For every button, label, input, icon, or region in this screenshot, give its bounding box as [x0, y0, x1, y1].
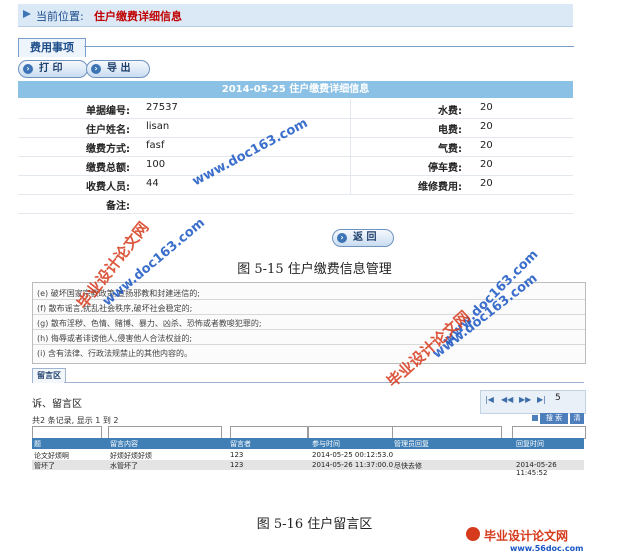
fee-value: 20 — [480, 102, 493, 113]
column-divider — [350, 137, 351, 156]
print-button[interactable]: › 打 印 — [18, 60, 88, 78]
record-count: 共2 条记录, 显示 1 到 2 — [32, 416, 119, 425]
table-row[interactable]: 管坏了 水管坏了 123 2014-05-26 11:37:00.0 尽快去修 2014-… — [32, 460, 584, 477]
notice-item: (g) 散布淫秽、色情、赌博、暴力、凶杀、恐怖或者教唆犯罪的; — [37, 319, 262, 328]
grid-cell: 2014-05-26 11:45:52 — [516, 461, 557, 477]
grid-header: 题 留言内容 留言者 参与时间 管理员回复 回复时间 — [32, 438, 584, 449]
notice-divider — [33, 344, 585, 345]
breadcrumb-bar: 当前位置: 住户缴费详细信息 — [18, 4, 573, 27]
column-divider — [350, 99, 351, 118]
page-number[interactable]: 5 — [555, 393, 561, 403]
search-icon — [532, 415, 538, 421]
fee-label: 电费: — [438, 125, 462, 136]
search-button[interactable]: 搜 索 — [540, 413, 568, 424]
last-page-icon[interactable]: ▶| — [537, 395, 546, 404]
section-tab-fee-items[interactable]: 费用事项 — [18, 38, 86, 57]
grid-cell: 2014-05-25 00:12:53.0 — [312, 451, 394, 459]
column-divider — [350, 118, 351, 137]
grid-cell: 管坏了 — [34, 462, 55, 470]
fee-value: 20 — [480, 121, 493, 132]
notice-divider — [33, 329, 585, 330]
breadcrumb-current: 住户缴费详细信息 — [94, 10, 182, 23]
notice-item: (i) 含有法律、行政法规禁止的其他内容的。 — [37, 349, 193, 358]
field-label: 单据编号: — [86, 106, 130, 117]
location-icon — [23, 10, 31, 18]
grid-cell: 123 — [230, 451, 244, 459]
grid-header-cell[interactable]: 回复时间 — [516, 439, 544, 449]
fee-value: 20 — [480, 178, 493, 189]
grid-cell: 水管坏了 — [110, 462, 138, 470]
field-value: lisan — [146, 121, 170, 132]
fee-label: 水费: — [438, 106, 462, 117]
fee-label: 停车费: — [428, 163, 462, 174]
fee-value: 20 — [480, 140, 493, 151]
print-button-label: 打 印 — [39, 63, 63, 74]
export-button-label: 导 出 — [107, 63, 131, 74]
column-divider — [350, 175, 351, 194]
grid-cell: 尽快去修 — [394, 462, 422, 470]
tab-message-area[interactable]: 留言区 — [32, 368, 66, 383]
detail-row: 缴费总额: 100 停车费: 20 — [18, 156, 573, 176]
first-page-icon[interactable]: |◀ — [485, 395, 494, 404]
fee-label: 气费: — [438, 144, 462, 155]
message-area-title: 诉、留言区 — [32, 399, 82, 410]
grid-cell: 123 — [230, 461, 244, 469]
pagination: |◀ ◀◀ ▶▶ ▶| 5 — [480, 390, 586, 414]
detail-row: 收费人员: 44 维修费用: 20 — [18, 175, 573, 195]
field-value: 27537 — [146, 102, 178, 113]
grid-header-cell[interactable]: 管理员回复 — [394, 439, 429, 449]
field-label: 缴费总额: — [86, 163, 130, 174]
grid-header-cell[interactable]: 留言内容 — [110, 439, 138, 449]
fee-label: 维修费用: — [418, 182, 462, 193]
export-button[interactable]: › 导 出 — [86, 60, 150, 78]
column-divider — [350, 156, 351, 175]
notice-divider — [33, 314, 585, 315]
brand-logo-icon — [466, 527, 480, 541]
field-value: 44 — [146, 178, 159, 189]
field-label: 备注: — [106, 201, 130, 212]
brand-url: www.56doc.com — [510, 544, 584, 553]
arrow-right-icon: › — [91, 64, 101, 74]
field-label: 住户姓名: — [86, 125, 130, 136]
prev-page-icon[interactable]: ◀◀ — [501, 395, 513, 404]
next-page-icon[interactable]: ▶▶ — [519, 395, 531, 404]
table-row[interactable]: 论文好烦啊 好烦好烦好烦 123 2014-05-25 00:12:53.0 — [32, 450, 584, 460]
back-button[interactable]: › 返 回 — [332, 229, 394, 247]
arrow-right-icon: › — [337, 233, 347, 243]
detail-title: 2014-05-25 住户缴费详细信息 — [18, 81, 573, 98]
section-divider — [84, 46, 574, 47]
detail-row: 备注: — [18, 194, 573, 214]
field-label: 缴费方式: — [86, 144, 130, 155]
field-value: 100 — [146, 159, 166, 170]
breadcrumb-prefix: 当前位置: — [36, 10, 84, 23]
grid-header-cell[interactable]: 题 — [34, 439, 41, 449]
detail-row: 单据编号: 27537 水费: 20 — [18, 99, 573, 119]
grid-header-cell[interactable]: 参与时间 — [312, 439, 340, 449]
back-button-label: 返 回 — [353, 232, 377, 243]
notice-item: (h) 侮辱或者诽谤他人,侵害他人合法权益的; — [37, 334, 193, 343]
arrow-right-icon: › — [23, 64, 33, 74]
field-label: 收费人员: — [86, 182, 130, 193]
clear-button[interactable]: 清 — [570, 413, 584, 424]
grid-cell: 2014-05-26 11:37:00.0 — [312, 461, 394, 469]
brand-name: 毕业设计论文网 — [484, 529, 569, 543]
grid-header-cell[interactable]: 留言者 — [230, 439, 251, 449]
detail-row: 缴费方式: fasf 气费: 20 — [18, 137, 573, 157]
fee-value: 20 — [480, 159, 493, 170]
tab-divider — [64, 382, 584, 383]
field-value: fasf — [146, 140, 165, 151]
